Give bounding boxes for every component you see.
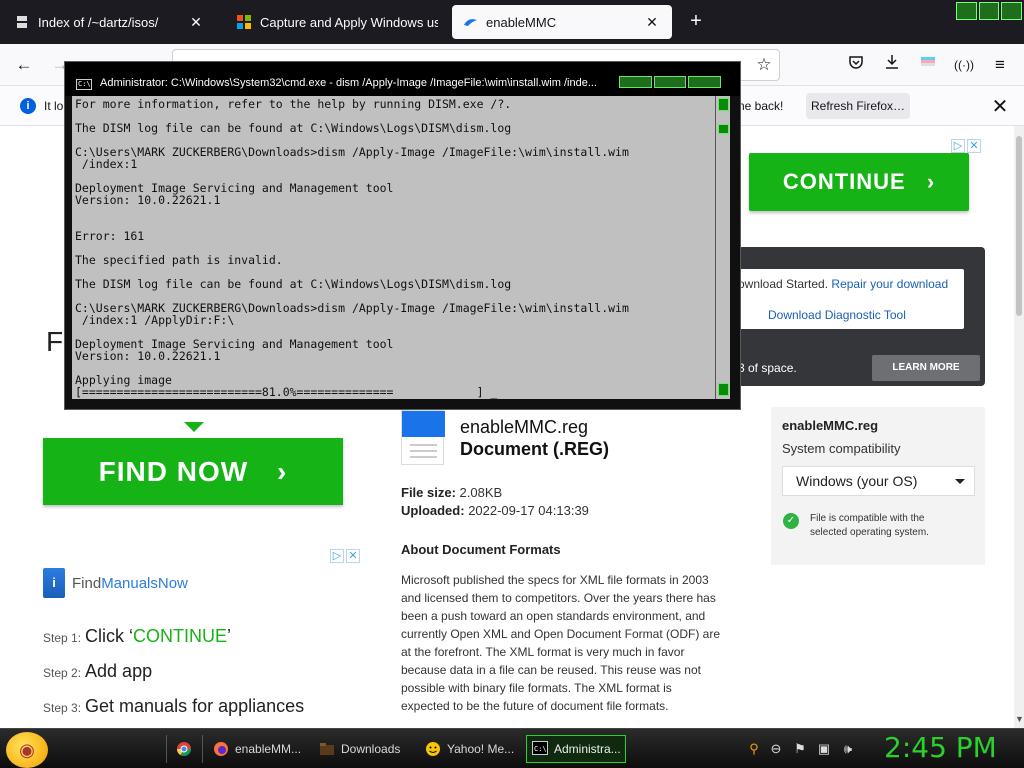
minus-circle-icon[interactable]: ⊖: [768, 741, 784, 757]
download-started-text: ownload Started. Repair your download: [738, 277, 949, 291]
about-text: Microsoft published the specs for XML fi…: [401, 573, 721, 713]
brand-text: FindManualsNow: [72, 574, 188, 592]
tab-label: Capture and Apply Windows us: [260, 14, 438, 30]
browser-tab-strip: Index of /~dartz/isos/ ✕ Capture and App…: [0, 0, 1024, 44]
window-controls[interactable]: [619, 76, 722, 88]
chevron-down-icon: [955, 479, 965, 484]
compat-subtitle: System compatibility: [782, 441, 901, 456]
cloud-icon: [462, 14, 478, 30]
refresh-firefox-button[interactable]: Refresh Firefox…: [806, 93, 910, 119]
tab-label: Index of /~dartz/isos/: [38, 14, 159, 30]
compat-title: enableMMC.reg: [782, 418, 879, 433]
server-icon: [14, 14, 30, 30]
scroll-down-icon[interactable]: ▼: [1015, 714, 1024, 724]
window-controls: [956, 2, 1023, 20]
downloads-icon[interactable]: [880, 53, 904, 77]
close-icon[interactable]: ✕: [642, 14, 662, 31]
file-size: File size: 2.08KB: [401, 485, 503, 500]
cmd-window[interactable]: C:\ Administrator: C:\Windows\System32\c…: [64, 61, 741, 410]
cmd-scrollbar[interactable]: [715, 96, 730, 399]
new-tab-button[interactable]: +: [684, 10, 708, 33]
clock[interactable]: 2:45 PM: [884, 731, 997, 764]
document-icon: [401, 410, 445, 465]
chevron-right-icon: ›: [926, 169, 936, 194]
repair-download-link[interactable]: Repair your download: [831, 277, 948, 291]
pocket-icon[interactable]: [844, 53, 868, 77]
volume-icon[interactable]: 🕪: [840, 741, 856, 757]
step-3: Step 3: Get manuals for appliances: [43, 696, 305, 716]
terminal-text: For more information, refer to the help …: [75, 97, 629, 399]
tab-enablemmc[interactable]: enableMMC ✕: [452, 5, 672, 39]
screen: Index of /~dartz/isos/ ✕ Capture and App…: [0, 0, 1024, 768]
search-icon[interactable]: ⚲: [746, 741, 762, 757]
back-button[interactable]: ←: [12, 53, 36, 77]
uploaded-date: Uploaded: 2022-09-17 04:13:39: [401, 503, 589, 518]
cmd-titlebar[interactable]: C:\ Administrator: C:\Windows\System32\c…: [65, 62, 740, 96]
task-administrator-cmd[interactable]: C:\ Administra...: [526, 735, 626, 763]
continue-button[interactable]: CONTINUE ›: [749, 153, 969, 211]
scrollbar-thumb[interactable]: [718, 124, 729, 134]
task-yahoo[interactable]: Yahoo! Me...: [420, 735, 520, 763]
find-now-button[interactable]: FIND NOW ›: [43, 438, 343, 505]
page-scrollbar[interactable]: ▼: [1014, 126, 1024, 728]
close-icon[interactable]: ✕: [186, 14, 206, 31]
network-flag-icon[interactable]: ⚑: [792, 741, 808, 757]
download-diagnostic-tool-link[interactable]: Download Diagnostic Tool: [768, 308, 906, 322]
yahoo-icon: [425, 741, 441, 757]
arrow-down-icon: [184, 422, 204, 432]
check-icon: ✓: [783, 513, 799, 529]
heading-fragment: F: [46, 326, 64, 357]
os-select[interactable]: Windows (your OS): [782, 466, 975, 496]
reader-icon[interactable]: ((·)): [952, 53, 976, 77]
notification-text: It lo: [44, 99, 64, 113]
space-text: 3 of space.: [738, 361, 797, 375]
extension-icon[interactable]: [916, 53, 940, 77]
tab-label: enableMMC: [486, 14, 557, 30]
cmd-icon: C:\: [76, 79, 92, 90]
step-1: Step 1: Click ‘CONTINUE’: [43, 626, 232, 646]
findmanualsnow-logo: i FindManualsNow: [43, 568, 188, 598]
folder-icon: [319, 741, 335, 757]
step-2: Step 2: Add app: [43, 661, 153, 681]
menu-button[interactable]: ≡: [988, 53, 1012, 77]
bookmark-star-icon[interactable]: ☆: [752, 53, 776, 77]
firefox-icon: [213, 741, 229, 757]
continue-label: CONTINUE: [782, 169, 906, 194]
info-icon: i: [20, 98, 36, 114]
task-firefox[interactable]: enableMM...: [208, 735, 306, 763]
network-icon[interactable]: ▣: [816, 741, 832, 757]
tab-capture-and-apply[interactable]: Capture and Apply Windows us: [226, 5, 448, 39]
scroll-up-button[interactable]: [718, 98, 729, 111]
chrome-icon[interactable]: [176, 741, 192, 757]
learn-more-button[interactable]: LEARN MORE: [872, 355, 980, 381]
compat-note: File is compatible with the selected ope…: [810, 513, 929, 538]
start-button[interactable]: ◉: [6, 732, 48, 768]
file-name: enableMMC.reg: [460, 417, 589, 437]
close-icon[interactable]: ✕: [988, 94, 1012, 119]
task-downloads[interactable]: Downloads: [314, 735, 414, 763]
book-icon: i: [43, 568, 65, 598]
about-heading: About Document Formats: [401, 542, 561, 557]
cmd-title: Administrator: C:\Windows\System32\cmd.e…: [100, 77, 597, 89]
svg-text:C:\: C:\: [534, 745, 547, 753]
chevron-right-icon: ›: [276, 456, 288, 487]
download-card: ownload Started. Repair your download Do…: [738, 269, 964, 329]
scrollbar-thumb[interactable]: [1016, 136, 1022, 316]
tab-index-of-isos[interactable]: Index of /~dartz/isos/ ✕: [4, 5, 216, 39]
compatibility-card: enableMMC.reg System compatibility Windo…: [771, 407, 985, 565]
cmd-icon: C:\: [532, 741, 548, 757]
windows-icon: [236, 14, 252, 30]
scroll-down-button[interactable]: [718, 383, 729, 396]
taskbar: ◉ enableMM... Downloads Yahoo! Me... C:\…: [0, 728, 1024, 768]
terminal-output[interactable]: For more information, refer to the help …: [72, 96, 715, 399]
file-type: Document (.REG): [460, 439, 610, 459]
find-now-label: FIND NOW: [98, 456, 249, 487]
notification-text-end: ne back!: [738, 99, 784, 113]
adchoices-icon[interactable]: ▷ ✕: [330, 549, 360, 565]
